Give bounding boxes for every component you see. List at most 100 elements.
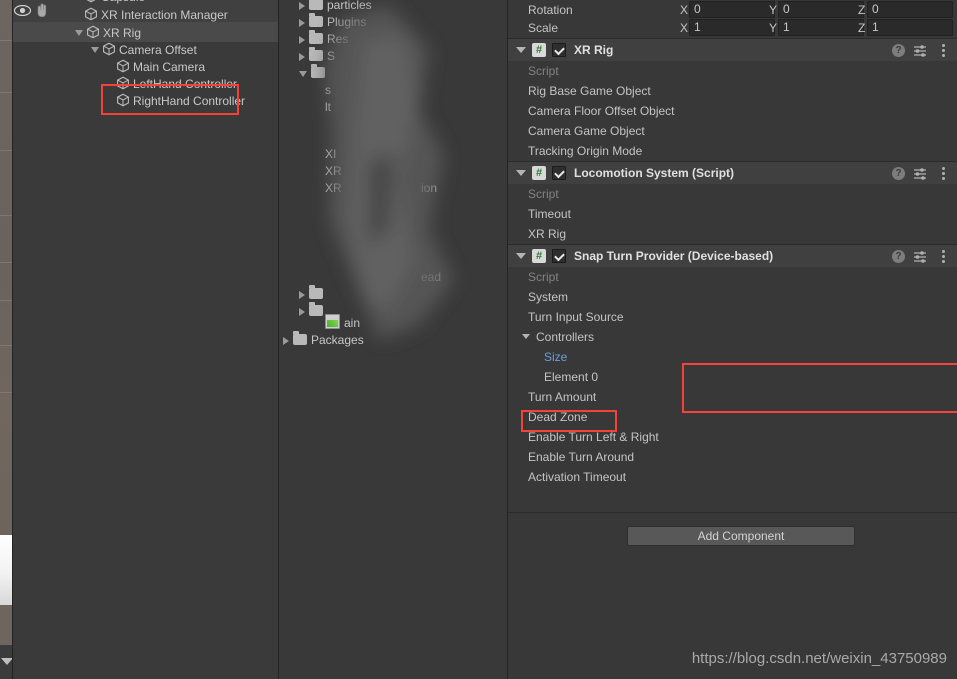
folder-icon bbox=[309, 0, 323, 10]
transform-rotation-y-input[interactable]: 0 bbox=[778, 1, 864, 18]
component-title: Locomotion System (Script) bbox=[574, 166, 735, 180]
project-item[interactable]: lt bbox=[279, 97, 507, 117]
folder-icon bbox=[293, 331, 307, 345]
transform-scale-z-input[interactable]: 1 bbox=[867, 19, 953, 36]
chevron-right-icon[interactable] bbox=[299, 35, 305, 44]
property-label: Enable Turn Around bbox=[528, 450, 635, 464]
scene-asset-icon bbox=[325, 314, 340, 329]
transform-row-scale: Scale X 1 Y 1 Z 1 bbox=[508, 18, 957, 38]
axis-label-x: X bbox=[680, 3, 689, 17]
kebab-menu-icon[interactable] bbox=[942, 250, 945, 263]
property-row-xr-rig: XR Rig#XR Rig (XRRig) bbox=[508, 224, 957, 244]
property-label: Scale bbox=[528, 21, 559, 35]
project-panel[interactable]: particles Plugins Res Ss lt XI XR XR ion ead ain Pa… bbox=[279, 0, 507, 679]
kebab-menu-icon[interactable] bbox=[942, 44, 945, 57]
property-row-element-0: Element 0#RightHand Controller (XRContro… bbox=[508, 367, 957, 387]
project-item-label: Res bbox=[327, 32, 349, 46]
property-row-enable-turn-around: Enable Turn Around bbox=[508, 447, 957, 467]
project-item[interactable]: Packages bbox=[279, 330, 507, 350]
axis-label-z: Z bbox=[858, 21, 866, 35]
chevron-down-icon[interactable] bbox=[522, 334, 530, 339]
scene-sky bbox=[0, 535, 12, 605]
property-label: Enable Turn Left & Right bbox=[528, 430, 659, 444]
transform-row-rotation: Rotation X 0 Y 0 Z 0 bbox=[508, 0, 957, 20]
hierarchy-item-righthand-controller[interactable]: RightHand Controller bbox=[13, 90, 278, 110]
property-label: Size bbox=[544, 350, 568, 364]
property-label: Activation Timeout bbox=[528, 470, 627, 484]
component-title: XR Rig bbox=[574, 43, 614, 57]
property-label: XR Rig bbox=[528, 227, 567, 241]
help-icon[interactable]: ? bbox=[892, 250, 905, 263]
hierarchy-item-label: XR Interaction Manager bbox=[101, 7, 228, 22]
inspector-panel[interactable]: RotationX0Y0Z0ScaleX1Y1Z1#XR Rig?Script#… bbox=[508, 0, 957, 679]
property-row-rig-base-game-object: Rig Base Game ObjectXR Rig bbox=[508, 81, 957, 101]
kebab-menu-icon[interactable] bbox=[942, 167, 945, 180]
scene-floor bbox=[0, 605, 12, 645]
gameobject-icon bbox=[87, 25, 99, 39]
gameobject-icon bbox=[86, 0, 96, 3]
component-enabled-checkbox[interactable] bbox=[552, 249, 566, 263]
hierarchy-item-label: XR Rig bbox=[103, 25, 142, 40]
hierarchy-item-label: LeftHand Controller bbox=[133, 76, 238, 91]
property-label: Camera Game Object bbox=[528, 124, 645, 138]
transform-scale-y-input[interactable]: 1 bbox=[778, 19, 864, 36]
gameobject-icon bbox=[103, 42, 115, 56]
chevron-right-icon[interactable] bbox=[299, 290, 305, 299]
property-row-script: Script#XRRig bbox=[508, 61, 957, 81]
project-item[interactable]: ion bbox=[279, 178, 507, 198]
help-icon[interactable]: ? bbox=[892, 167, 905, 180]
property-row-dead-zone: Dead Zone0.75 bbox=[508, 407, 957, 427]
property-label: Camera Floor Offset Object bbox=[528, 104, 675, 118]
chevron-down-icon[interactable] bbox=[91, 46, 99, 53]
property-label: Script bbox=[528, 270, 559, 284]
add-component-button[interactable]: Add Component bbox=[627, 526, 855, 546]
scene-view-strip[interactable] bbox=[0, 0, 12, 679]
chevron-down-icon[interactable] bbox=[516, 47, 526, 53]
component-enabled-checkbox[interactable] bbox=[552, 166, 566, 180]
gameobject-icon bbox=[117, 76, 129, 90]
gameobject-icon bbox=[117, 59, 129, 73]
hierarchy-panel[interactable]: CapsuleXR Interaction ManagerXR RigCamer… bbox=[13, 0, 278, 679]
component-header-xr-rig[interactable]: # XR Rig? bbox=[508, 39, 957, 61]
hierarchy-item-xr-interaction-manager[interactable]: XR Interaction Manager bbox=[13, 4, 278, 24]
preset-icon[interactable] bbox=[913, 167, 927, 180]
transform-scale-x-input[interactable]: 1 bbox=[689, 19, 775, 36]
chevron-down-icon[interactable] bbox=[516, 170, 526, 176]
component-header-snap-turn-provider-device-based-[interactable]: # Snap Turn Provider (Device-based)? bbox=[508, 245, 957, 267]
project-item-label: ain bbox=[344, 316, 361, 330]
script-icon: # bbox=[532, 249, 546, 263]
chevron-right-icon[interactable] bbox=[299, 18, 305, 27]
chevron-right-icon[interactable] bbox=[299, 52, 305, 61]
component-enabled-checkbox[interactable] bbox=[552, 43, 566, 57]
script-icon: # bbox=[532, 43, 546, 57]
transform-rotation-x-input[interactable]: 0 bbox=[689, 1, 775, 18]
help-icon[interactable]: ? bbox=[892, 44, 905, 57]
chevron-right-icon[interactable] bbox=[283, 336, 289, 345]
project-item-label: ead bbox=[421, 270, 442, 284]
project-item-label: ion bbox=[421, 181, 438, 195]
property-row-camera-floor-offset-object: Camera Floor Offset ObjectCamera Offset bbox=[508, 101, 957, 121]
folder-icon bbox=[309, 30, 323, 44]
unity-editor-window: CapsuleXR Interaction ManagerXR RigCamer… bbox=[0, 0, 957, 679]
property-row-system: System#XR Rig (LocomotionSystem) bbox=[508, 287, 957, 307]
property-row-camera-game-object: Camera Game ObjectMain Camera bbox=[508, 121, 957, 141]
component-header-locomotion-system-script-[interactable]: # Locomotion System (Script)? bbox=[508, 162, 957, 184]
transform-rotation-z-input[interactable]: 0 bbox=[867, 1, 953, 18]
chevron-down-icon[interactable] bbox=[75, 29, 83, 36]
gameobject-icon bbox=[85, 7, 97, 21]
preset-icon[interactable] bbox=[913, 250, 927, 263]
property-label: Script bbox=[528, 64, 559, 78]
hierarchy-item-label: Main Camera bbox=[133, 59, 206, 74]
property-label: Timeout bbox=[528, 207, 571, 221]
chevron-down-icon[interactable] bbox=[299, 70, 307, 77]
axis-label-x: X bbox=[680, 21, 689, 35]
property-row-turn-amount: Turn Amount45 bbox=[508, 387, 957, 407]
property-label: Turn Input Source bbox=[528, 310, 624, 324]
property-row-tracking-origin-mode: Tracking Origin ModeFloor bbox=[508, 141, 957, 161]
preset-icon[interactable] bbox=[913, 44, 927, 57]
chevron-right-icon[interactable] bbox=[299, 1, 305, 10]
property-row-size: Size1 bbox=[508, 347, 957, 367]
chevron-down-icon[interactable] bbox=[516, 253, 526, 259]
project-item-label: S bbox=[327, 49, 336, 63]
property-label: Rig Base Game Object bbox=[528, 84, 651, 98]
